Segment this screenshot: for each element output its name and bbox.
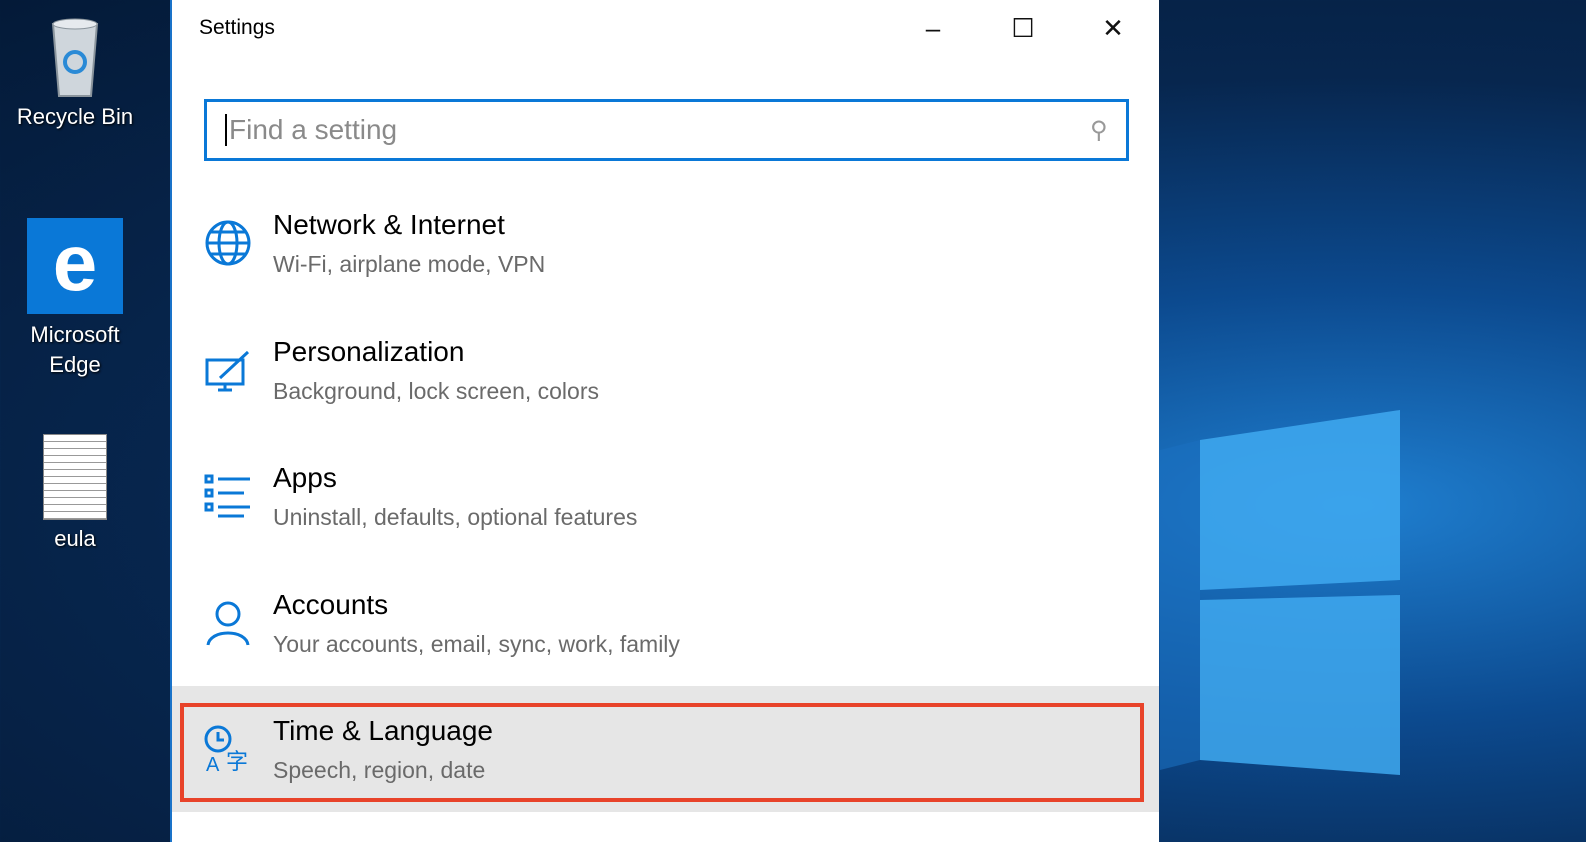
- desktop-icon-label: Microsoft Edge: [30, 322, 120, 377]
- edge-icon: e: [27, 218, 123, 314]
- settings-item-network[interactable]: Network & Internet Wi-Fi, airplane mode, …: [172, 180, 1159, 306]
- document-icon: [43, 434, 107, 520]
- search-input[interactable]: [225, 114, 1091, 146]
- minimize-button[interactable]: –: [910, 8, 956, 48]
- time-language-icon: A字: [202, 723, 254, 775]
- item-subtitle: Background, lock screen, colors: [273, 377, 599, 404]
- personalization-icon: [202, 344, 254, 396]
- item-subtitle: Your accounts, email, sync, work, family: [273, 630, 680, 657]
- item-subtitle: Speech, region, date: [273, 756, 486, 783]
- apps-list-icon: [202, 470, 254, 522]
- globe-icon: [202, 217, 254, 269]
- person-icon: [202, 597, 254, 649]
- search-box[interactable]: ⚲: [204, 99, 1129, 161]
- svg-text:字: 字: [226, 749, 248, 774]
- desktop-icon-label: Recycle Bin: [16, 104, 134, 129]
- settings-item-time-language[interactable]: A字 Time & Language Speech, region, date: [172, 686, 1159, 812]
- settings-item-apps[interactable]: Apps Uninstall, defaults, optional featur…: [172, 433, 1159, 559]
- windows-logo-wallpaper: [1160, 410, 1400, 775]
- recycle-bin-icon: [45, 14, 105, 98]
- item-title: Time & Language: [273, 714, 493, 746]
- desktop-icon-eula[interactable]: eula: [5, 434, 145, 552]
- settings-item-personalization[interactable]: Personalization Background, lock screen, …: [172, 307, 1159, 433]
- item-title: Accounts: [273, 588, 389, 620]
- maximize-button[interactable]: ☐: [1000, 8, 1046, 48]
- settings-window: Settings – ☐ ✕ ⚲ Network & Internet Wi-Fi…: [170, 0, 1159, 842]
- close-button[interactable]: ✕: [1090, 8, 1136, 48]
- item-title: Personalization: [273, 335, 465, 367]
- item-title: Network & Internet: [273, 208, 505, 240]
- svg-text:A: A: [206, 754, 220, 775]
- item-title: Apps: [273, 461, 337, 493]
- desktop-icon-label: eula: [54, 526, 96, 551]
- settings-item-accounts[interactable]: Accounts Your accounts, email, sync, work…: [172, 560, 1159, 686]
- search-icon[interactable]: ⚲: [1090, 116, 1108, 145]
- desktop-icon-recycle-bin[interactable]: Recycle Bin: [5, 14, 145, 130]
- desktop-icon-edge[interactable]: e Microsoft Edge: [5, 218, 145, 380]
- window-title: Settings: [199, 16, 275, 39]
- item-subtitle: Wi-Fi, airplane mode, VPN: [273, 250, 546, 277]
- item-subtitle: Uninstall, defaults, optional features: [273, 503, 638, 530]
